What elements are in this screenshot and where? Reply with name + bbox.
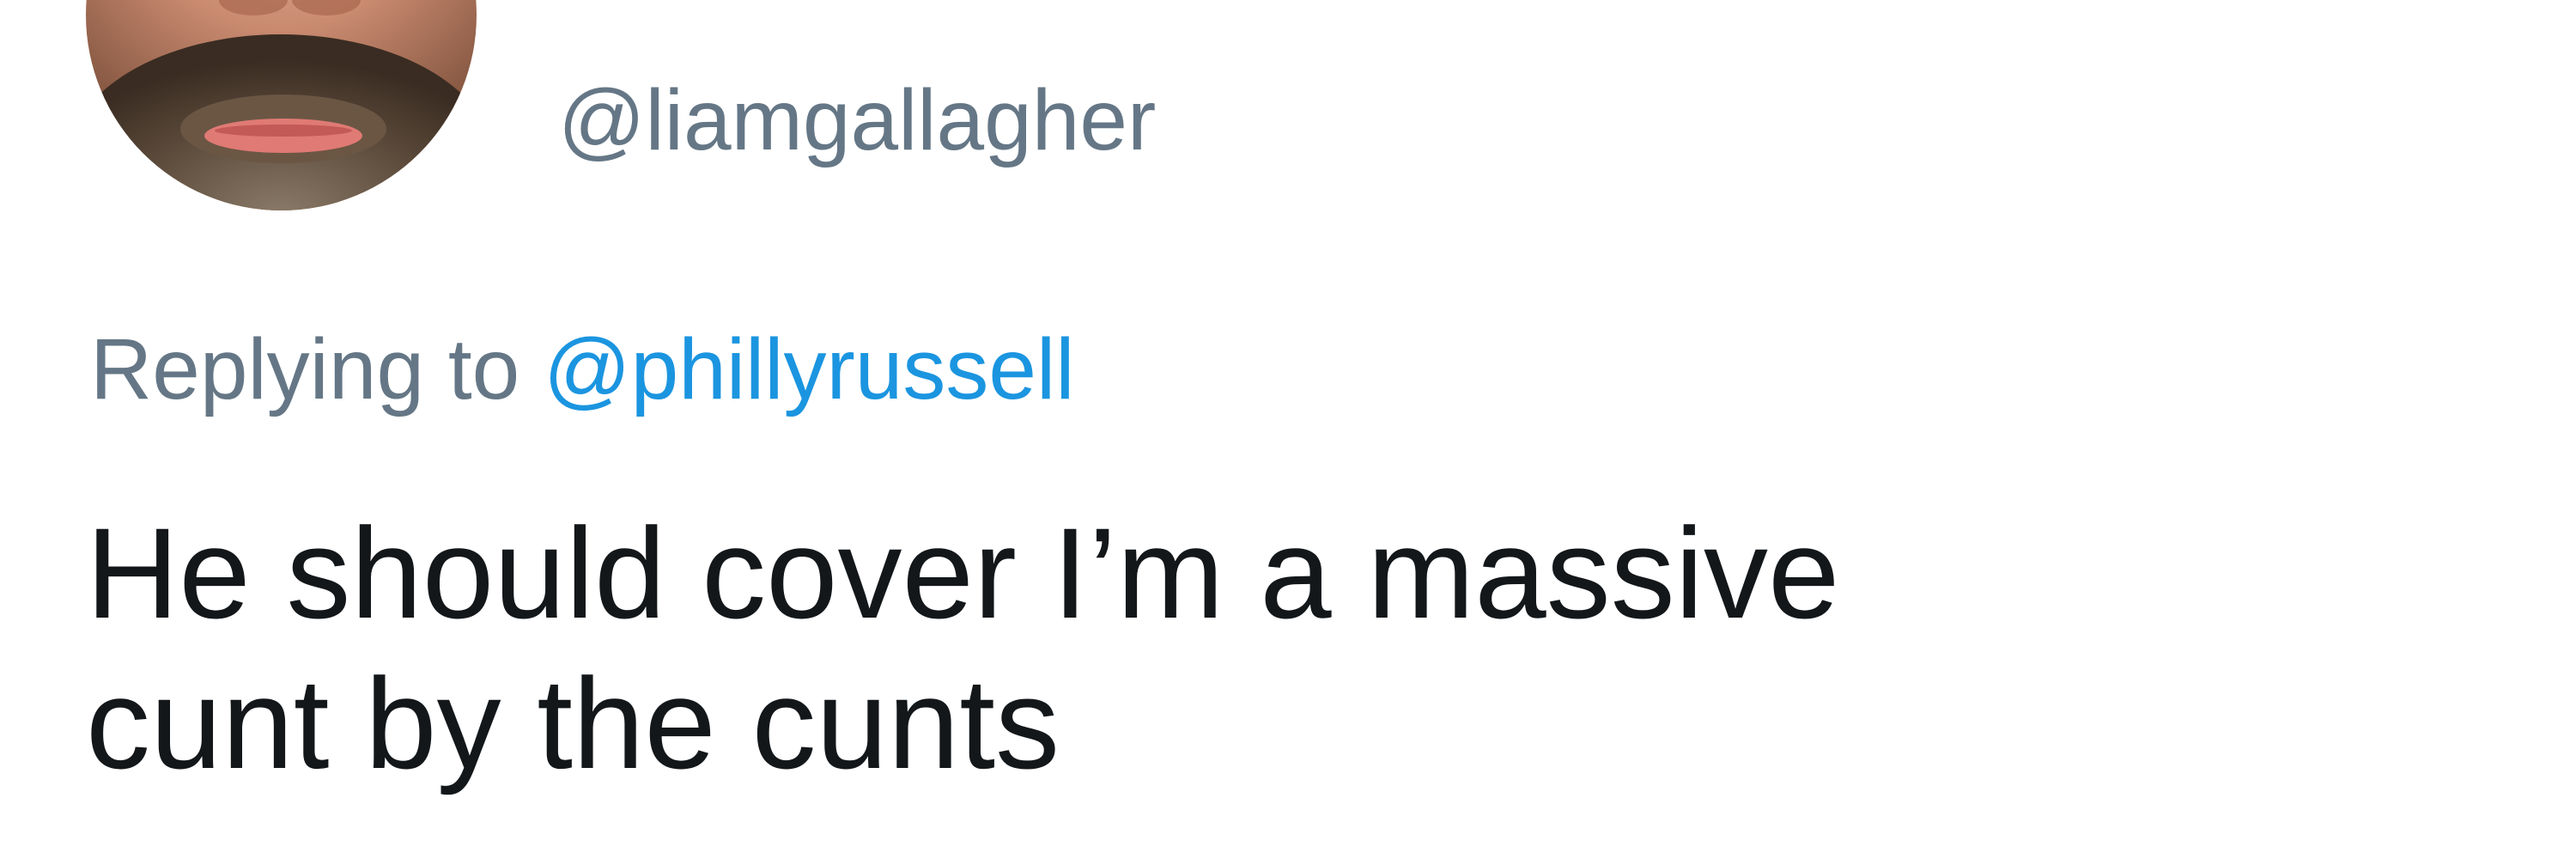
tweet-text: He should cover I’m a massive cunt by th… — [86, 498, 2404, 799]
tweet-text-line: He should cover I’m a massive — [86, 501, 1840, 645]
profile-photo-icon — [86, 0, 477, 210]
tweet-text-line: cunt by the cunts — [86, 651, 1060, 795]
author-handle[interactable]: @liamgallagher — [558, 64, 1156, 176]
reply-mention-link[interactable]: @phillyrussell — [544, 321, 1074, 417]
avatar[interactable] — [86, 0, 477, 210]
reply-context: Replying to @phillyrussell — [90, 314, 1074, 425]
reply-prefix: Replying to — [90, 321, 520, 417]
